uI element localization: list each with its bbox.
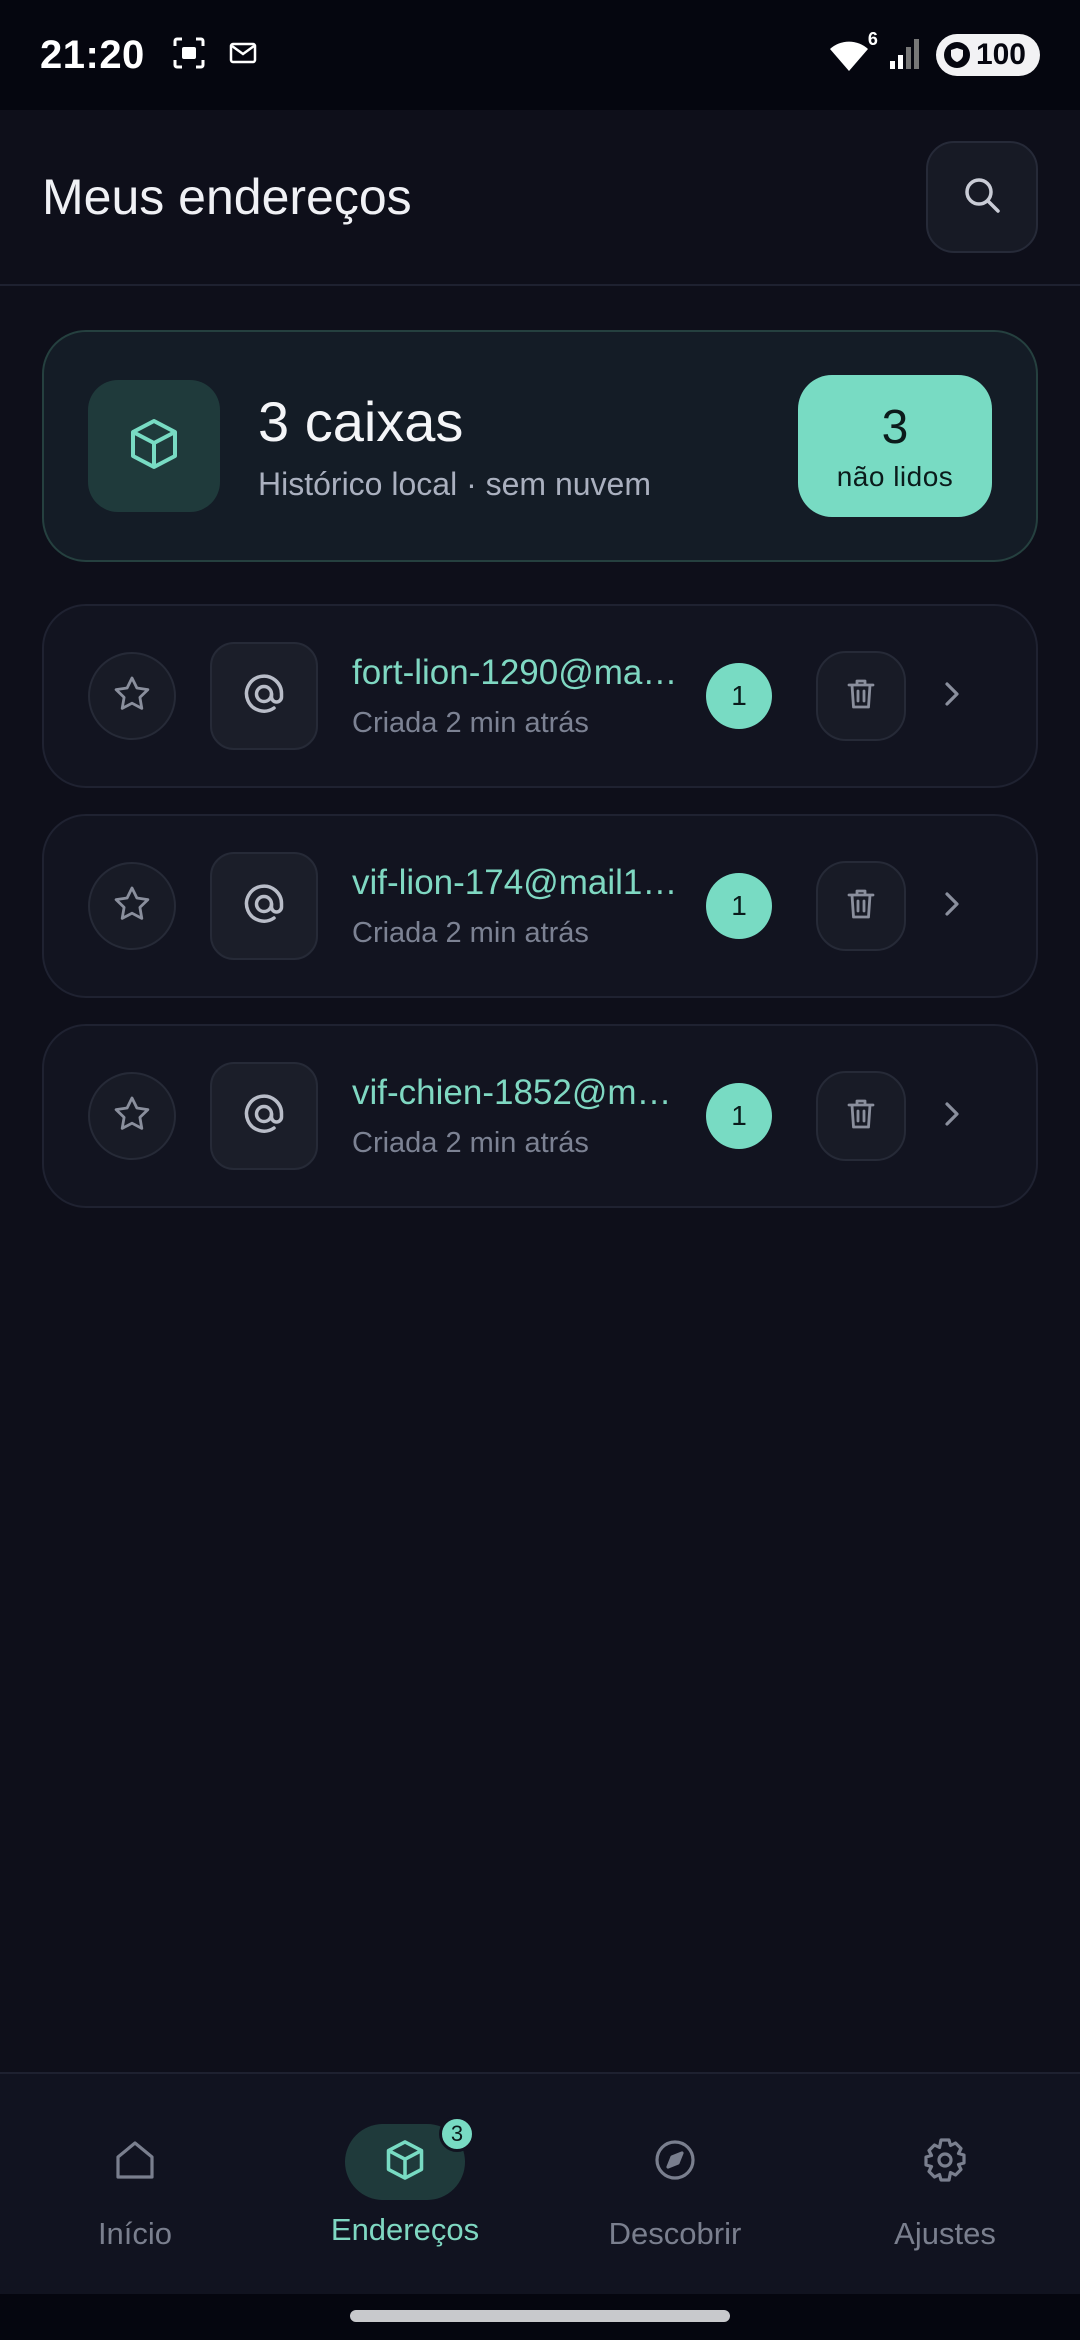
nav-item-inicio[interactable]: Início: [0, 2074, 270, 2294]
address-row[interactable]: vif-lion-174@mail1… Criada 2 min atrás 1: [42, 814, 1038, 998]
address-created-time: Criada 2 min atrás: [352, 916, 589, 949]
search-button[interactable]: [926, 141, 1038, 253]
wifi-label: 6: [867, 29, 878, 49]
nav-item-enderecos[interactable]: 3 Endereços: [270, 2074, 540, 2294]
unread-label: não lidos: [836, 460, 954, 492]
trash-icon: [843, 1096, 879, 1137]
star-icon: [112, 1094, 152, 1139]
nav-badge: 3: [439, 2116, 475, 2152]
message-count-badge: 1: [706, 873, 772, 939]
address-email: vif-chien-1852@m…: [352, 1072, 672, 1112]
chevron-right-icon: [942, 1098, 962, 1135]
nav-label: Descobrir: [608, 2216, 742, 2251]
chevron-right-icon: [942, 678, 962, 715]
delete-button[interactable]: [816, 1071, 906, 1161]
home-icon: [112, 2137, 158, 2188]
message-count-badge: 1: [706, 663, 772, 729]
star-icon: [112, 674, 152, 719]
address-at-tile: [210, 852, 318, 960]
chevron-right-icon: [942, 888, 962, 925]
mailbox-count: 3 caixas: [258, 390, 464, 453]
trash-icon: [843, 886, 879, 927]
mail-notification-icon: [229, 42, 257, 69]
summary-card: 3 caixas Histórico local · sem nuvem 3 n…: [42, 330, 1038, 562]
nav-label: Ajustes: [894, 2216, 996, 2251]
delete-button[interactable]: [816, 651, 906, 741]
status-bar: 21:20 6 100: [0, 0, 1080, 110]
favorite-button[interactable]: [88, 652, 176, 740]
message-count-badge: 1: [706, 1083, 772, 1149]
status-time: 21:20: [40, 32, 145, 77]
unread-counter[interactable]: 3 não lidos: [798, 375, 992, 517]
nav-active-indicator: 3: [345, 2116, 475, 2200]
nav-label: Endereços: [330, 2212, 480, 2247]
at-sign-icon: [242, 1092, 286, 1141]
summary-box-icon-tile: [88, 380, 220, 512]
address-email: fort-lion-1290@ma…: [352, 652, 678, 692]
nav-item-descobrir[interactable]: Descobrir: [540, 2074, 810, 2294]
battery-shield-icon: [943, 42, 970, 68]
app-header: Meus endereços: [0, 110, 1080, 286]
favorite-button[interactable]: [88, 1072, 176, 1160]
signal-icon: [888, 35, 920, 76]
home-gesture-bar[interactable]: [350, 2310, 730, 2322]
battery-indicator: 100: [935, 34, 1040, 76]
open-address-chevron[interactable]: [942, 1098, 962, 1135]
unread-number: 3: [881, 400, 909, 454]
address-created-time: Criada 2 min atrás: [352, 1126, 589, 1159]
open-address-chevron[interactable]: [942, 678, 962, 715]
compass-icon: [652, 2137, 698, 2188]
favorite-button[interactable]: [88, 862, 176, 950]
battery-level: 100: [975, 38, 1026, 71]
at-sign-icon: [242, 882, 286, 931]
screenshot-icon: [171, 35, 207, 76]
page-title: Meus endereços: [42, 169, 412, 225]
box-icon: [126, 416, 182, 477]
trash-icon: [843, 676, 879, 717]
gear-icon: [921, 2136, 969, 2189]
box-icon: [383, 2138, 427, 2187]
search-icon: [961, 174, 1003, 221]
delete-button[interactable]: [816, 861, 906, 951]
open-address-chevron[interactable]: [942, 888, 962, 925]
address-row[interactable]: vif-chien-1852@m… Criada 2 min atrás 1: [42, 1024, 1038, 1208]
address-email: vif-lion-174@mail1…: [352, 862, 678, 902]
summary-subtitle: Histórico local · sem nuvem: [258, 466, 651, 502]
bottom-navigation: Início 3 Endereços Descobrir Ajustes: [0, 2072, 1080, 2294]
address-created-time: Criada 2 min atrás: [352, 706, 589, 739]
nav-item-ajustes[interactable]: Ajustes: [810, 2074, 1080, 2294]
address-at-tile: [210, 642, 318, 750]
address-at-tile: [210, 1062, 318, 1170]
nav-label: Início: [97, 2216, 173, 2251]
wifi-icon: 6: [826, 29, 878, 73]
star-icon: [112, 884, 152, 929]
at-sign-icon: [242, 672, 286, 721]
address-row[interactable]: fort-lion-1290@ma… Criada 2 min atrás 1: [42, 604, 1038, 788]
